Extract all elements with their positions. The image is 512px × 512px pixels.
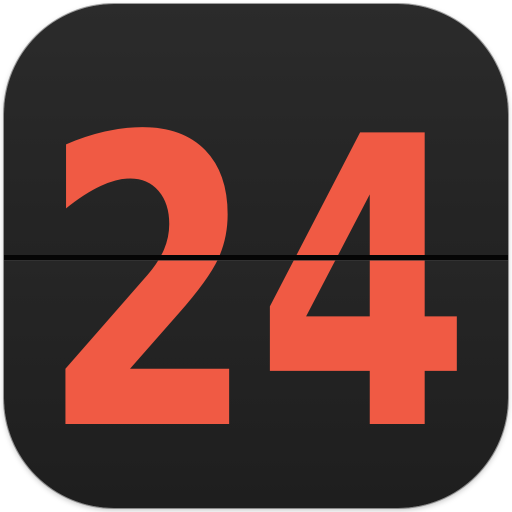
icon-canvas: 24 bbox=[0, 0, 512, 512]
flip-split-highlight bbox=[4, 260, 508, 261]
flip-clock-icon: 24 bbox=[4, 4, 508, 508]
flip-split-line bbox=[4, 255, 508, 260]
icon-digits-label: 24 bbox=[41, 54, 471, 508]
flip-clock-app-icon[interactable]: 24 bbox=[4, 4, 508, 508]
